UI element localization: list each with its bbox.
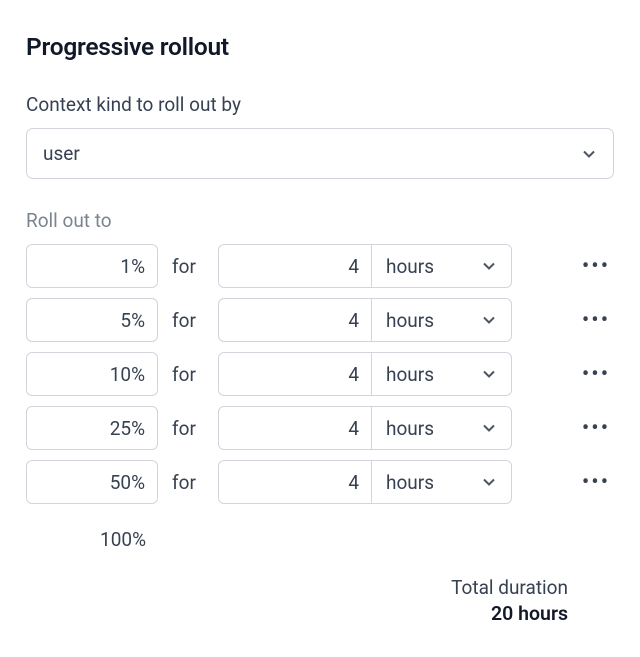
duration-unit-select[interactable]: hours (371, 299, 511, 341)
rollout-stages: for hours ••• for hours ••• for (26, 244, 614, 562)
more-actions-button[interactable]: ••• (578, 410, 614, 446)
percent-input[interactable] (26, 298, 158, 342)
for-label: for (172, 363, 204, 386)
duration-unit-select[interactable]: hours (371, 407, 511, 449)
total-duration-value: 20 hours (26, 602, 568, 625)
duration-group: hours (218, 244, 512, 288)
more-actions-button[interactable]: ••• (578, 356, 614, 392)
rollout-stage-row: for hours ••• (26, 352, 614, 396)
percent-input[interactable] (26, 352, 158, 396)
percent-input[interactable] (26, 406, 158, 450)
rollout-final-row: 100% (26, 518, 614, 562)
rollout-stage-row: for hours ••• (26, 460, 614, 504)
chevron-down-icon (481, 258, 497, 274)
for-label: for (172, 471, 204, 494)
percent-input[interactable] (26, 244, 158, 288)
chevron-down-icon (481, 312, 497, 328)
duration-group: hours (218, 460, 512, 504)
for-label: for (172, 255, 204, 278)
context-kind-label: Context kind to roll out by (26, 93, 614, 116)
ellipsis-icon: ••• (582, 470, 610, 495)
context-kind-selected-value: user (43, 142, 80, 165)
duration-input[interactable] (219, 461, 371, 503)
for-label: for (172, 309, 204, 332)
total-duration-label: Total duration (26, 576, 568, 599)
total-duration-section: Total duration 20 hours (26, 576, 614, 625)
duration-unit-label: hours (386, 363, 434, 386)
page-title: Progressive rollout (26, 32, 614, 61)
duration-input[interactable] (219, 407, 371, 449)
ellipsis-icon: ••• (582, 416, 610, 441)
duration-unit-label: hours (386, 471, 434, 494)
ellipsis-icon: ••• (582, 308, 610, 333)
duration-input[interactable] (219, 353, 371, 395)
duration-input[interactable] (219, 299, 371, 341)
more-actions-button[interactable]: ••• (578, 248, 614, 284)
ellipsis-icon: ••• (582, 362, 610, 387)
duration-unit-label: hours (386, 417, 434, 440)
duration-unit-select[interactable]: hours (371, 461, 511, 503)
duration-group: hours (218, 298, 512, 342)
roll-out-to-label: Roll out to (26, 209, 614, 232)
ellipsis-icon: ••• (582, 254, 610, 279)
duration-unit-label: hours (386, 309, 434, 332)
percent-input[interactable] (26, 460, 158, 504)
rollout-stage-row: for hours ••• (26, 298, 614, 342)
chevron-down-icon (581, 146, 597, 162)
chevron-down-icon (481, 366, 497, 382)
more-actions-button[interactable]: ••• (578, 464, 614, 500)
more-actions-button[interactable]: ••• (578, 302, 614, 338)
final-percent-label: 100% (26, 518, 158, 562)
for-label: for (172, 417, 204, 440)
chevron-down-icon (481, 474, 497, 490)
duration-unit-select[interactable]: hours (371, 245, 511, 287)
rollout-stage-row: for hours ••• (26, 406, 614, 450)
rollout-stage-row: for hours ••• (26, 244, 614, 288)
chevron-down-icon (481, 420, 497, 436)
duration-unit-label: hours (386, 255, 434, 278)
duration-group: hours (218, 406, 512, 450)
duration-group: hours (218, 352, 512, 396)
duration-unit-select[interactable]: hours (371, 353, 511, 395)
context-kind-select[interactable]: user (26, 128, 614, 179)
duration-input[interactable] (219, 245, 371, 287)
